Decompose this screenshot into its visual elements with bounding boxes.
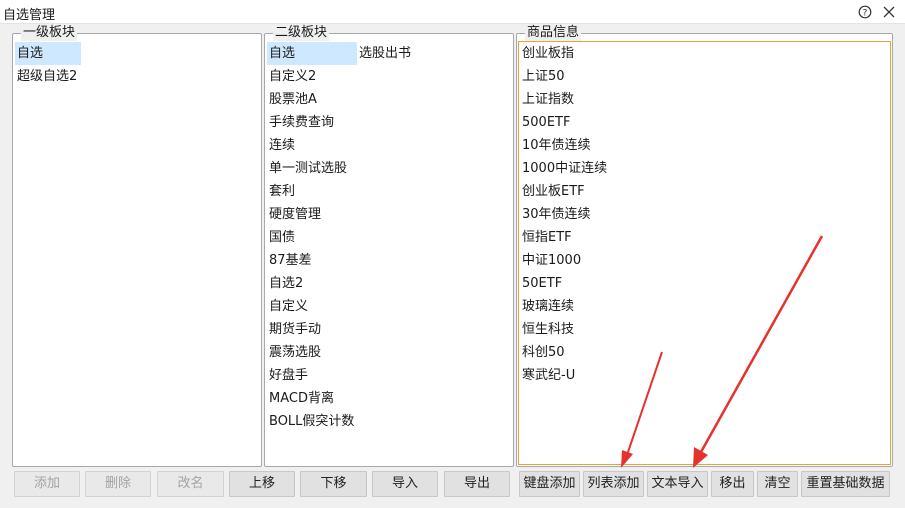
secondary-block-item[interactable]: 国债 <box>267 226 511 249</box>
product-item[interactable]: 500ETF <box>520 111 890 134</box>
secondary-block-panel: 二级板块 自选自定义2 股票池A 手续费查询连续单一测试选股 套利硬度管理国债 87基差… <box>264 25 514 467</box>
secondary-block-item[interactable]: 自定义2 <box>267 65 511 88</box>
secondary-block-item[interactable]: BOLL假突计数 <box>267 410 511 433</box>
product-item-label: 50ETF <box>522 276 563 291</box>
product-item[interactable]: 上证指数 <box>520 88 890 111</box>
product-item[interactable]: 上证50 <box>520 65 890 88</box>
primary-block-item-label: 超级自选2 <box>17 69 78 84</box>
product-item-label: 中证1000 <box>522 253 582 268</box>
secondary-block-item[interactable]: 87基差 <box>267 249 511 272</box>
secondary-block-item-label: 自定义2 <box>269 69 317 84</box>
secondary-block-item[interactable]: 手续费查询 <box>267 111 511 134</box>
product-item-label: 恒生科技 <box>522 322 575 337</box>
product-item[interactable]: 创业板ETF <box>520 180 890 203</box>
secondary-block-item-label: 股票池A <box>269 92 317 107</box>
secondary-block-item[interactable]: 硬度管理 <box>267 203 511 226</box>
product-item[interactable]: 1000中证连续 <box>520 157 890 180</box>
secondary-block-item[interactable]: 自定义 <box>267 295 511 318</box>
remove-button[interactable]: 移出 <box>711 471 754 497</box>
secondary-block-item-label: 连续 <box>269 138 296 153</box>
product-item[interactable]: 科创50 <box>520 341 890 364</box>
window-title: 自选管理 <box>3 8 56 23</box>
product-item-label: 科创50 <box>522 345 565 360</box>
primary-block-item[interactable]: 超级自选2 <box>15 65 259 88</box>
product-item[interactable]: 10年债连续 <box>520 134 890 157</box>
secondary-block-item[interactable]: MACD背离 <box>267 387 511 410</box>
secondary-block-list: 自选自定义2 股票池A 手续费查询连续单一测试选股 套利硬度管理国债 87基差自选2 自定… <box>267 42 511 433</box>
product-item-label: 寒武纪-U <box>522 368 576 383</box>
help-icon[interactable]: ? <box>856 3 874 21</box>
keyboard-add-button[interactable]: 键盘添加 <box>519 471 580 497</box>
secondary-block-item-label: 自选2 <box>269 276 304 291</box>
product-item-label: 创业板ETF <box>522 184 585 199</box>
product-info-title: 商品信息 <box>525 25 582 41</box>
clear-button[interactable]: 清空 <box>757 471 798 497</box>
product-item-label: 500ETF <box>522 115 571 130</box>
move-down-button[interactable]: 下移 <box>300 471 367 497</box>
secondary-block-item-label: 手续费查询 <box>269 115 335 130</box>
secondary-block-item-label: 期货手动 <box>269 322 322 337</box>
secondary-block-extra-label: 选股出书 <box>359 46 412 61</box>
secondary-block-item[interactable]: 自选2 <box>267 272 511 295</box>
secondary-block-item-label: 套利 <box>269 184 296 199</box>
product-item-label: 玻璃连续 <box>522 299 575 314</box>
svg-text:?: ? <box>863 8 868 18</box>
primary-block-item[interactable]: 自选 <box>15 42 259 65</box>
secondary-block-item[interactable]: 股票池A <box>267 88 511 111</box>
product-item-label: 1000中证连续 <box>522 161 608 176</box>
text-import-button[interactable]: 文本导入 <box>647 471 708 497</box>
secondary-block-item-label: 国债 <box>269 230 296 245</box>
primary-block-title: 一级板块 <box>21 25 78 41</box>
title-bar: 自选管理 ? <box>0 0 905 24</box>
product-item-label: 恒指ETF <box>522 230 572 245</box>
primary-block-item-label: 自选 <box>17 46 44 61</box>
product-item[interactable]: 50ETF <box>520 272 890 295</box>
secondary-block-item[interactable]: 套利 <box>267 180 511 203</box>
product-item-label: 上证指数 <box>522 92 575 107</box>
product-item-label: 上证50 <box>522 69 565 84</box>
product-item[interactable]: 30年债连续 <box>520 203 890 226</box>
primary-block-panel: 一级板块 自选超级自选2 <box>12 25 262 467</box>
list-add-button[interactable]: 列表添加 <box>583 471 644 497</box>
export-button[interactable]: 导出 <box>444 471 510 497</box>
product-item-label: 创业板指 <box>522 46 575 61</box>
product-item[interactable]: 恒指ETF <box>520 226 890 249</box>
primary-block-list: 自选超级自选2 <box>15 42 259 88</box>
secondary-block-item-label: 自定义 <box>269 299 309 314</box>
secondary-block-item-label: 单一测试选股 <box>269 161 348 176</box>
rename-button[interactable]: 改名 <box>157 471 224 497</box>
product-item[interactable]: 创业板指 <box>520 42 890 65</box>
secondary-block-item[interactable]: 期货手动 <box>267 318 511 341</box>
product-info-list: 创业板指上证50 上证指数 500ETF 10年债连续 1000中证连续 创业板ETF 30… <box>520 42 890 387</box>
move-up-button[interactable]: 上移 <box>229 471 295 497</box>
secondary-block-item-label: MACD背离 <box>269 391 334 406</box>
import-button[interactable]: 导入 <box>372 471 438 497</box>
product-item[interactable]: 寒武纪-U <box>520 364 890 387</box>
secondary-block-item-label: BOLL假突计数 <box>269 414 355 429</box>
secondary-block-item[interactable]: 好盘手 <box>267 364 511 387</box>
product-item-label: 10年债连续 <box>522 138 591 153</box>
product-item[interactable]: 玻璃连续 <box>520 295 890 318</box>
reset-base-data-button[interactable]: 重置基础数据 <box>801 471 890 497</box>
secondary-block-item-label: 自选 <box>269 46 296 61</box>
secondary-block-item[interactable]: 连续 <box>267 134 511 157</box>
secondary-block-item-label: 87基差 <box>269 253 312 268</box>
secondary-block-item[interactable]: 单一测试选股 <box>267 157 511 180</box>
secondary-block-item-label: 震荡选股 <box>269 345 322 360</box>
secondary-block-item[interactable]: 震荡选股 <box>267 341 511 364</box>
product-info-panel: 商品信息 创业板指上证50 上证指数 500ETF 10年债连续 1000中证连续 创业板… <box>516 25 893 467</box>
secondary-block-title: 二级板块 <box>273 25 330 41</box>
product-item[interactable]: 恒生科技 <box>520 318 890 341</box>
add-button[interactable]: 添加 <box>14 471 80 497</box>
delete-button[interactable]: 删除 <box>85 471 151 497</box>
product-item-label: 30年债连续 <box>522 207 591 222</box>
secondary-block-item-label: 好盘手 <box>269 368 309 383</box>
secondary-block-item-label: 硬度管理 <box>269 207 322 222</box>
close-icon[interactable] <box>880 3 898 21</box>
product-item[interactable]: 中证1000 <box>520 249 890 272</box>
